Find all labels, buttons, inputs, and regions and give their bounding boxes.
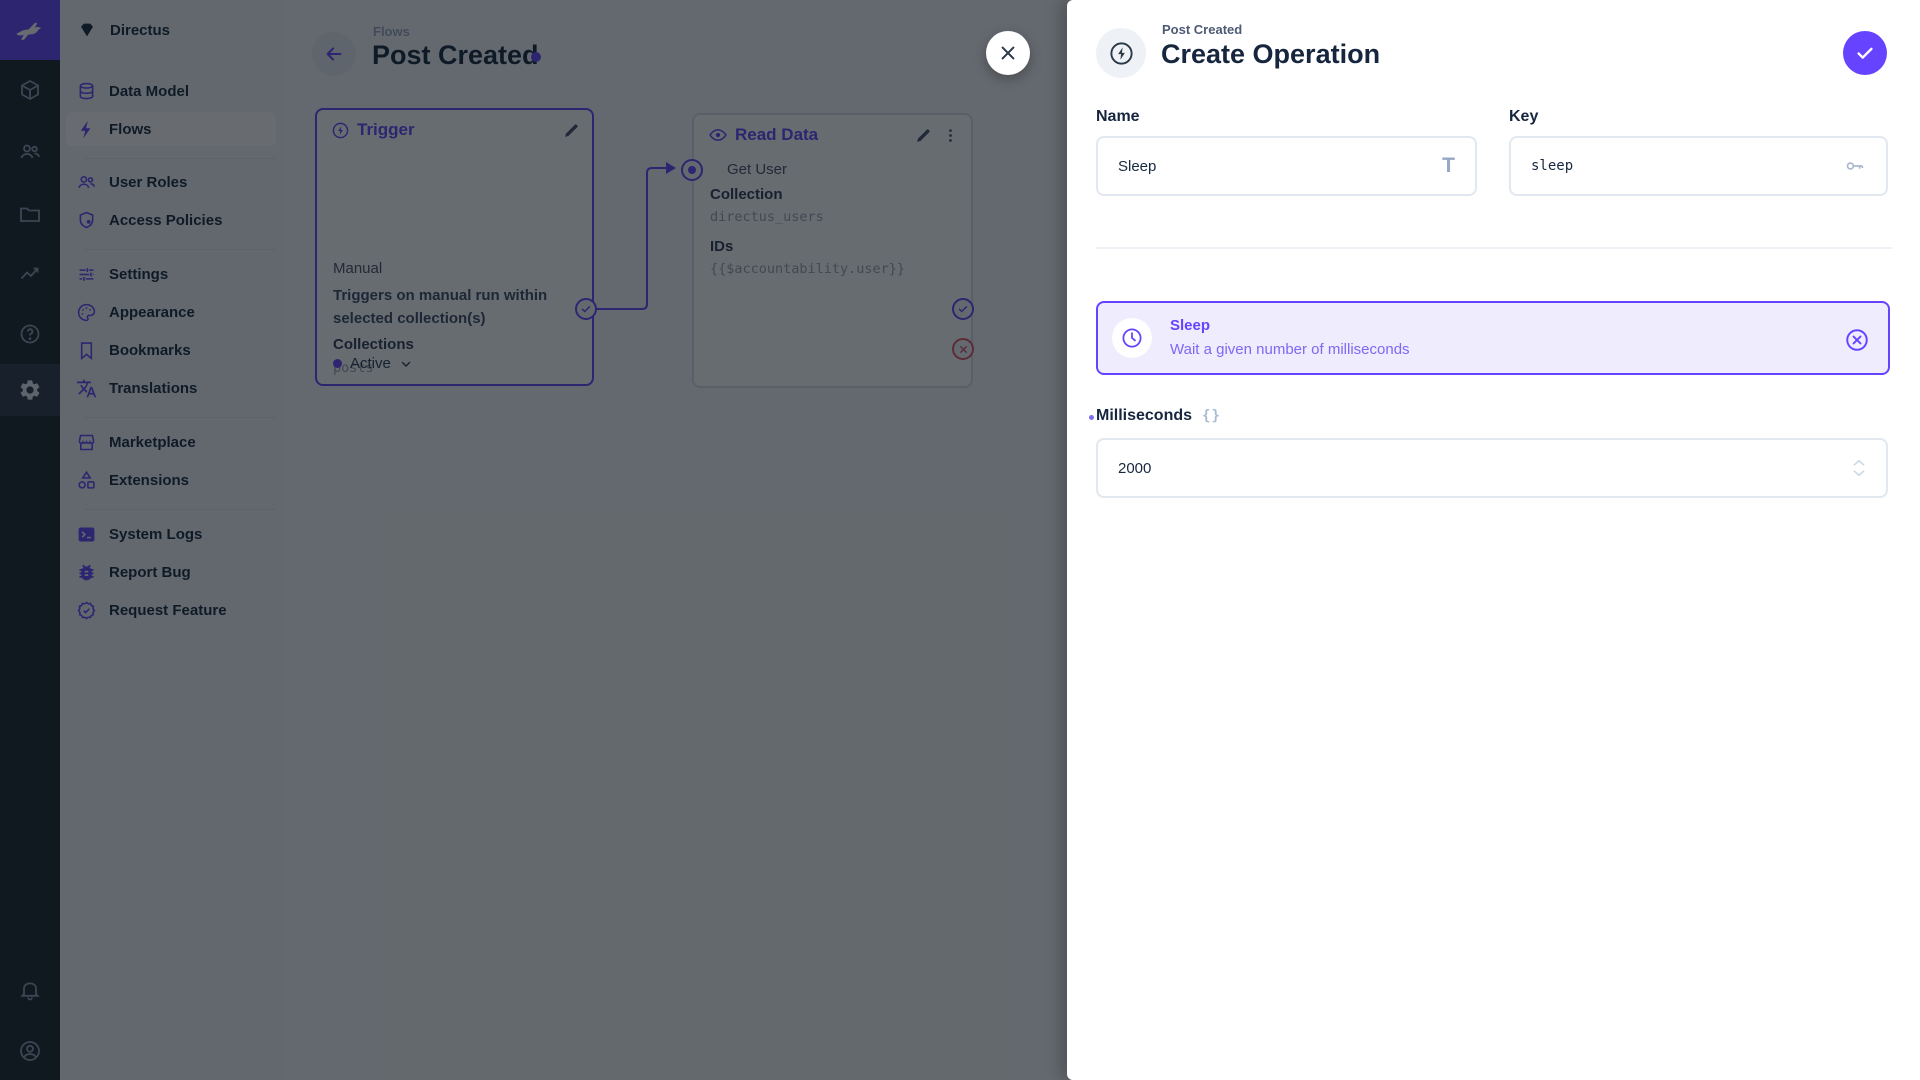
key-icon <box>1846 162 1864 170</box>
drawer-breadcrumb: Post Created <box>1162 22 1243 37</box>
bolt-circle-icon <box>1109 41 1133 65</box>
key-input-value: sleep <box>1531 158 1574 174</box>
title-format-icon: T <box>1442 154 1455 177</box>
save-button[interactable] <box>1843 31 1887 75</box>
key-input[interactable]: sleep <box>1509 136 1888 196</box>
chevron-down-icon[interactable] <box>1852 469 1866 478</box>
drawer-title: Create Operation <box>1161 39 1381 69</box>
close-icon <box>1001 46 1015 60</box>
create-operation-drawer: Post Created Create Operation Name Sleep… <box>1067 0 1920 1080</box>
drawer-divider <box>1096 247 1892 249</box>
operation-card-description: Wait a given number of milliseconds <box>1170 341 1410 358</box>
drawer-close-button[interactable] <box>986 31 1030 75</box>
drawer-header-icon <box>1096 28 1146 78</box>
number-stepper[interactable] <box>1852 458 1866 478</box>
chevron-up-icon[interactable] <box>1852 458 1866 467</box>
milliseconds-field-label: Milliseconds <box>1096 407 1193 424</box>
check-icon <box>1857 47 1873 59</box>
required-dot-icon <box>1089 415 1094 420</box>
operation-type-card-sleep[interactable]: Sleep Wait a given number of millisecond… <box>1096 301 1890 375</box>
app: Directus Data Model Flows User Roles Acc… <box>0 0 1920 1080</box>
milliseconds-input-value: 2000 <box>1118 459 1152 477</box>
name-input[interactable]: Sleep T <box>1096 136 1477 196</box>
name-input-value: Sleep <box>1118 157 1157 175</box>
operation-card-title: Sleep <box>1170 317 1211 334</box>
deselect-operation-icon[interactable] <box>1844 327 1870 353</box>
clock-icon <box>1122 328 1142 348</box>
raw-value-icon[interactable]: {} <box>1202 408 1221 424</box>
key-field-label: Key <box>1509 108 1539 125</box>
milliseconds-input[interactable]: 2000 <box>1096 438 1888 498</box>
operation-icon-bubble <box>1112 318 1152 358</box>
name-field-label: Name <box>1096 108 1140 125</box>
